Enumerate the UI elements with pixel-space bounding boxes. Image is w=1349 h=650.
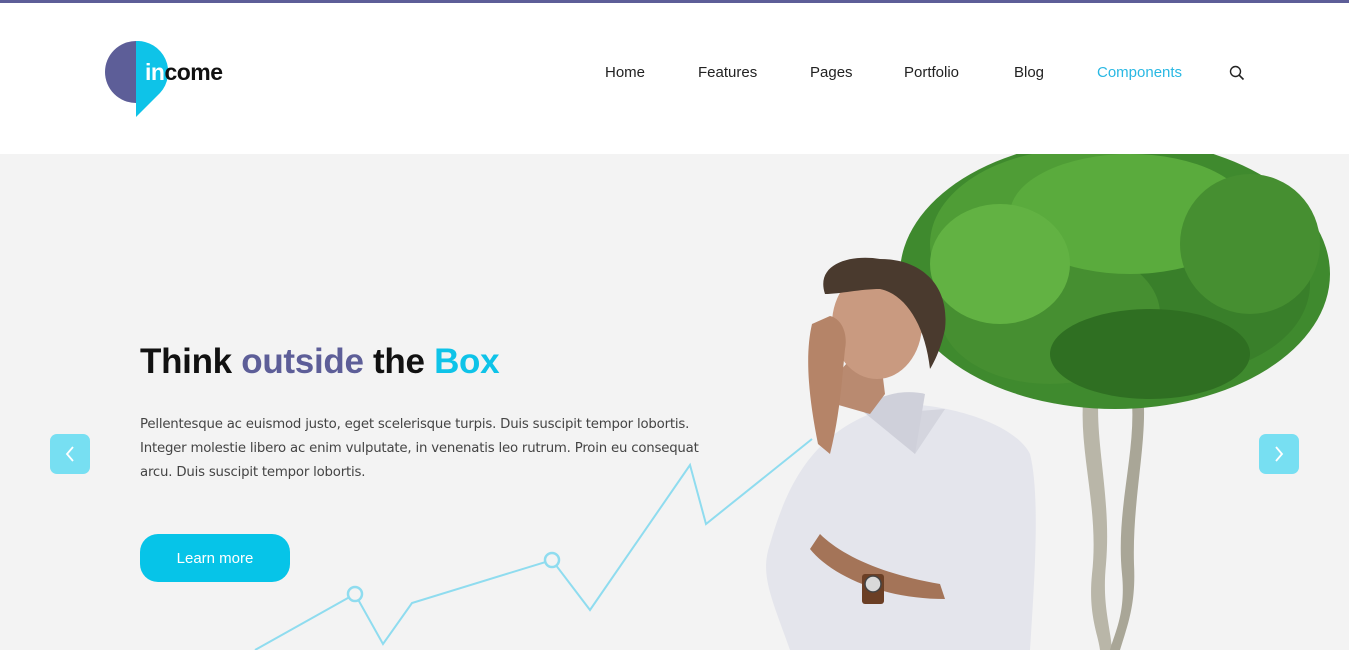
logo[interactable]: income [105,41,245,117]
slider-prev-button[interactable] [50,434,90,474]
chevron-left-icon [65,446,74,462]
logo-text: income [145,59,223,86]
nav-home[interactable]: Home [605,64,645,81]
logo-text-suffix: come [164,59,223,85]
chevron-right-icon [1275,446,1284,462]
nav-blog[interactable]: Blog [1014,64,1044,81]
search-icon [1229,65,1245,81]
slider-next-button[interactable] [1259,434,1299,474]
hero-title-outside: outside [241,342,364,381]
hero-title-box: Box [434,342,500,381]
hero-title-think: Think [140,342,242,381]
search-button[interactable] [1229,65,1245,81]
logo-text-prefix: in [145,59,165,85]
hero-title: Think outside the Box [140,342,500,382]
hero-description: Pellentesque ac euismod justo, eget scel… [140,417,699,480]
hero-title-the: the [363,342,435,381]
nav-features[interactable]: Features [698,64,757,81]
learn-more-button[interactable]: Learn more [140,534,290,582]
nav-pages[interactable]: Pages [810,64,853,81]
nav-portfolio[interactable]: Portfolio [904,64,959,81]
nav-components[interactable]: Components [1097,64,1182,81]
site-header: income Home Features Pages Portfolio Blo… [0,3,1349,154]
hero-slider: Think outside the Box Pellentesque ac eu… [0,154,1349,650]
